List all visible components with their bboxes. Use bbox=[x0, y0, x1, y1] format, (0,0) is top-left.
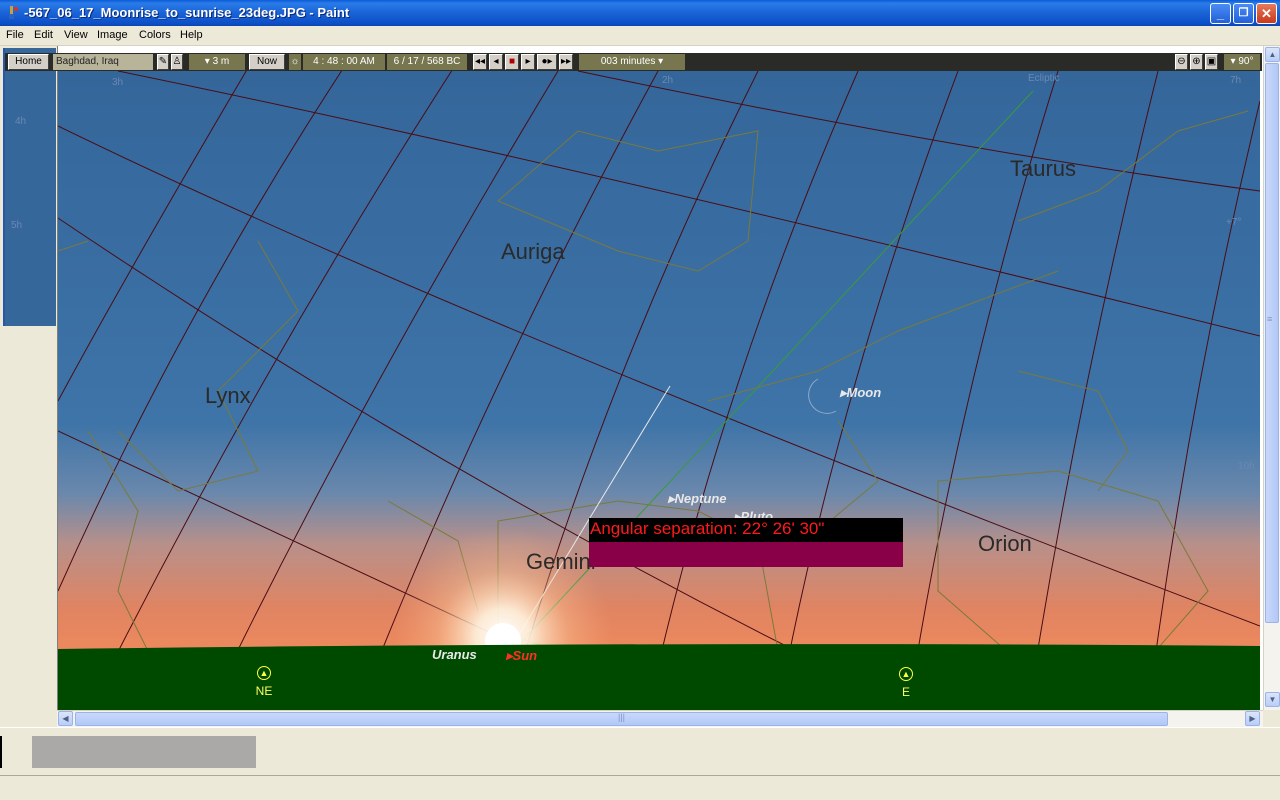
zoom-in-icon[interactable]: ⊕ bbox=[1190, 54, 1203, 70]
close-icon: ✕ bbox=[1261, 6, 1272, 21]
menu-help[interactable]: Help bbox=[180, 29, 203, 41]
uranus-label[interactable]: Uranus bbox=[432, 647, 477, 662]
edge-label-declination: +7° bbox=[1226, 217, 1242, 228]
location-field[interactable]: Baghdad, Iraq bbox=[53, 54, 153, 70]
color-box bbox=[0, 727, 1280, 775]
menu-view[interactable]: View bbox=[64, 29, 88, 41]
strip-label-4h: 4h bbox=[15, 116, 27, 127]
minimize-button[interactable]: _ bbox=[1210, 3, 1231, 24]
color-selector[interactable] bbox=[0, 736, 2, 768]
edge-label-3h: 3h bbox=[112, 77, 124, 88]
vertical-grip-icon: ≡ bbox=[1267, 314, 1273, 324]
maximize-button[interactable]: ❐ bbox=[1233, 3, 1254, 24]
fov-dropdown[interactable]: ▾ 90° bbox=[1224, 54, 1260, 70]
play-icon[interactable]: ▸ bbox=[521, 54, 535, 70]
location-tool-icon[interactable]: ✎ bbox=[157, 54, 169, 70]
ground-horizon bbox=[58, 644, 1260, 711]
now-button[interactable]: Now bbox=[249, 54, 285, 70]
sun-label[interactable]: ▸Sun bbox=[506, 648, 537, 664]
home-button[interactable]: Home bbox=[8, 54, 49, 70]
time-step-dropdown[interactable]: 003 minutes ▾ bbox=[579, 54, 685, 70]
image-left-strip: 4h 5h bbox=[3, 48, 56, 326]
strip-label-5h: 5h bbox=[11, 220, 23, 231]
compass-ne-label: NE bbox=[255, 684, 273, 698]
zoom-out-icon[interactable]: ⊖ bbox=[1175, 54, 1188, 70]
constellation-lynx: Lynx bbox=[205, 383, 251, 408]
scroll-right-icon[interactable]: ▶ bbox=[1245, 711, 1260, 726]
angular-separation-text: Angular separation: 22° 26' 30" bbox=[590, 519, 825, 538]
paint-app-icon[interactable] bbox=[4, 5, 20, 21]
maximize-icon: ❐ bbox=[1238, 7, 1249, 19]
compass-e-icon: ▲ bbox=[899, 667, 913, 681]
moon-name: Moon bbox=[846, 385, 882, 400]
step-back-fast-icon[interactable]: ◂◂ bbox=[473, 54, 487, 70]
sky-toolbar: Home Baghdad, Iraq ✎ ♙ ▾ 3 m Now ☼ 4 : 4… bbox=[5, 53, 1262, 71]
angular-separation-box: Angular separation: 22° 26' 30" bbox=[589, 518, 903, 567]
close-button[interactable]: ✕ bbox=[1256, 3, 1277, 24]
scroll-down-icon[interactable]: ▼ bbox=[1265, 692, 1280, 707]
observer-icon[interactable]: ♙ bbox=[171, 54, 183, 70]
date-field[interactable]: 6 / 17 / 568 BC bbox=[387, 54, 467, 70]
constellation-orion: Orion bbox=[978, 531, 1032, 556]
menu-bar: File Edit View Image Colors Help bbox=[0, 26, 1280, 46]
time-field[interactable]: 4 : 48 : 00 AM bbox=[303, 54, 385, 70]
constellation-gemini: Gemini bbox=[526, 549, 596, 574]
stop-icon[interactable]: ■ bbox=[505, 54, 519, 70]
menu-file[interactable]: File bbox=[6, 29, 24, 41]
status-bar bbox=[0, 775, 1280, 800]
step-back-icon[interactable]: ◂ bbox=[489, 54, 503, 70]
sun-name: Sun bbox=[512, 648, 538, 663]
neptune-name: Neptune bbox=[674, 491, 727, 506]
compass-ne: ▲ NE bbox=[249, 666, 279, 698]
step-forward-fast-icon[interactable]: ▸▸ bbox=[559, 54, 573, 70]
separation-bottom-band bbox=[589, 542, 903, 567]
ecliptic-label: Ecliptic bbox=[1028, 73, 1060, 84]
zoom-fit-icon[interactable]: ▣ bbox=[1205, 54, 1218, 70]
compass-e-label: E bbox=[901, 685, 910, 699]
menu-edit[interactable]: Edit bbox=[34, 29, 53, 41]
sky-view: 3h 2h 7h +7° 10h Ecliptic Taurus Auriga … bbox=[58, 71, 1260, 711]
neptune-label[interactable]: ▸Neptune bbox=[668, 491, 727, 507]
edge-label-7h: 7h bbox=[1230, 75, 1242, 86]
sun-toggle-icon[interactable]: ☼ bbox=[289, 54, 301, 70]
vertical-scroll-thumb[interactable] bbox=[1265, 63, 1279, 623]
moon-label[interactable]: ▸Moon bbox=[840, 385, 881, 401]
vertical-scrollbar[interactable]: ▲ ≡ ▼ bbox=[1263, 46, 1280, 710]
minimize-icon: _ bbox=[1216, 6, 1225, 21]
constellation-auriga: Auriga bbox=[501, 239, 565, 264]
compass-e: ▲ E bbox=[891, 667, 921, 699]
menu-colors[interactable]: Colors bbox=[139, 29, 171, 41]
horizontal-scrollbar[interactable]: ◀ ||| ▶ bbox=[57, 710, 1263, 727]
constellation-taurus: Taurus bbox=[1010, 156, 1077, 181]
compass-ne-icon: ▲ bbox=[257, 666, 271, 680]
run-forward-icon[interactable]: ●▸ bbox=[537, 54, 557, 70]
color-palette[interactable] bbox=[32, 736, 256, 768]
scroll-up-icon[interactable]: ▲ bbox=[1265, 47, 1280, 62]
edge-label-2h: 2h bbox=[662, 75, 674, 86]
title-bar: -567_06_17_Moonrise_to_sunrise_23deg.JPG… bbox=[0, 0, 1280, 26]
horizontal-grip-icon: ||| bbox=[618, 712, 626, 722]
menu-image[interactable]: Image bbox=[97, 29, 128, 41]
edge-label-10h: 10h bbox=[1238, 461, 1255, 472]
window-title: -567_06_17_Moonrise_to_sunrise_23deg.JPG… bbox=[24, 5, 350, 20]
scroll-left-icon[interactable]: ◀ bbox=[58, 711, 73, 726]
elevation-dropdown[interactable]: ▾ 3 m bbox=[189, 54, 245, 70]
